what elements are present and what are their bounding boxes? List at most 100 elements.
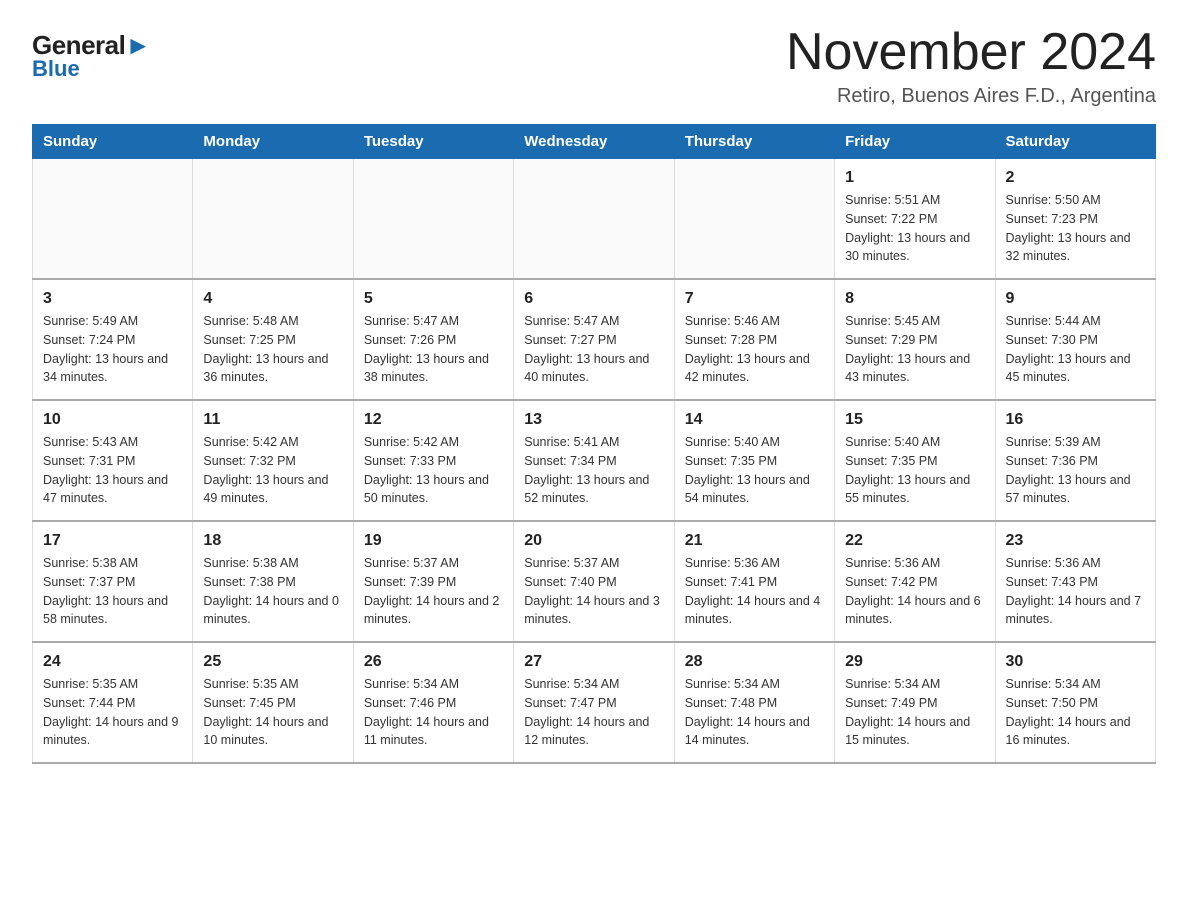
day-number: 8 bbox=[845, 290, 984, 308]
day-info: Sunrise: 5:48 AMSunset: 7:25 PMDaylight:… bbox=[203, 312, 342, 387]
day-number: 23 bbox=[1006, 532, 1145, 550]
col-tuesday: Tuesday bbox=[353, 125, 513, 159]
calendar-day-cell: 5 Sunrise: 5:47 AMSunset: 7:26 PMDaylight… bbox=[353, 279, 513, 400]
day-number: 5 bbox=[364, 290, 503, 308]
logo-general-text: General► bbox=[32, 32, 151, 58]
calendar-week-row: 3 Sunrise: 5:49 AMSunset: 7:24 PMDaylight… bbox=[33, 279, 1156, 400]
calendar-day-cell: 12 Sunrise: 5:42 AMSunset: 7:33 PMDayligh… bbox=[353, 400, 513, 521]
calendar-day-cell: 7 Sunrise: 5:46 AMSunset: 7:28 PMDaylight… bbox=[674, 279, 834, 400]
logo-arrow-shape: ► bbox=[125, 30, 150, 60]
day-info: Sunrise: 5:35 AMSunset: 7:44 PMDaylight:… bbox=[43, 675, 182, 750]
day-info: Sunrise: 5:50 AMSunset: 7:23 PMDaylight:… bbox=[1006, 191, 1145, 266]
day-number: 18 bbox=[203, 532, 342, 550]
day-number: 24 bbox=[43, 653, 182, 671]
calendar-day-cell: 29Sunrise: 5:34 AMSunset: 7:49 PMDayligh… bbox=[835, 642, 995, 763]
day-info: Sunrise: 5:38 AMSunset: 7:38 PMDaylight:… bbox=[203, 554, 342, 629]
day-info: Sunrise: 5:40 AMSunset: 7:35 PMDaylight:… bbox=[845, 433, 984, 508]
calendar-day-cell: 15 Sunrise: 5:40 AMSunset: 7:35 PMDayligh… bbox=[835, 400, 995, 521]
calendar-day-cell bbox=[353, 159, 513, 280]
day-number: 7 bbox=[685, 290, 824, 308]
day-number: 3 bbox=[43, 290, 182, 308]
day-info: Sunrise: 5:49 AMSunset: 7:24 PMDaylight:… bbox=[43, 312, 182, 387]
calendar-day-cell: 19 Sunrise: 5:37 AMSunset: 7:39 PMDayligh… bbox=[353, 521, 513, 642]
day-number: 20 bbox=[524, 532, 663, 550]
calendar-day-cell: 25Sunrise: 5:35 AMSunset: 7:45 PMDayligh… bbox=[193, 642, 353, 763]
day-info: Sunrise: 5:38 AMSunset: 7:37 PMDaylight:… bbox=[43, 554, 182, 629]
day-number: 11 bbox=[203, 411, 342, 429]
day-number: 22 bbox=[845, 532, 984, 550]
calendar-header-row: Sunday Monday Tuesday Wednesday Thursday… bbox=[33, 125, 1156, 159]
day-number: 25 bbox=[203, 653, 342, 671]
day-number: 17 bbox=[43, 532, 182, 550]
day-info: Sunrise: 5:47 AMSunset: 7:27 PMDaylight:… bbox=[524, 312, 663, 387]
calendar-day-cell: 10Sunrise: 5:43 AMSunset: 7:31 PMDayligh… bbox=[33, 400, 193, 521]
day-number: 19 bbox=[364, 532, 503, 550]
calendar-day-cell: 9Sunrise: 5:44 AMSunset: 7:30 PMDaylight… bbox=[995, 279, 1155, 400]
calendar-day-cell: 17 Sunrise: 5:38 AMSunset: 7:37 PMDayligh… bbox=[33, 521, 193, 642]
day-info: Sunrise: 5:34 AMSunset: 7:50 PMDaylight:… bbox=[1006, 675, 1145, 750]
calendar-day-cell bbox=[514, 159, 674, 280]
calendar-week-row: 24 Sunrise: 5:35 AMSunset: 7:44 PMDayligh… bbox=[33, 642, 1156, 763]
calendar-day-cell: 28Sunrise: 5:34 AMSunset: 7:48 PMDayligh… bbox=[674, 642, 834, 763]
day-number: 4 bbox=[203, 290, 342, 308]
day-number: 14 bbox=[685, 411, 824, 429]
calendar-day-cell: 21Sunrise: 5:36 AMSunset: 7:41 PMDayligh… bbox=[674, 521, 834, 642]
calendar-day-cell: 14 Sunrise: 5:40 AMSunset: 7:35 PMDayligh… bbox=[674, 400, 834, 521]
day-number: 2 bbox=[1006, 169, 1145, 187]
logo: General► Blue bbox=[32, 32, 151, 82]
day-info: Sunrise: 5:34 AMSunset: 7:46 PMDaylight:… bbox=[364, 675, 503, 750]
day-info: Sunrise: 5:40 AMSunset: 7:35 PMDaylight:… bbox=[685, 433, 824, 508]
logo-blue-text: Blue bbox=[32, 56, 80, 82]
calendar-table: Sunday Monday Tuesday Wednesday Thursday… bbox=[32, 124, 1156, 764]
calendar-day-cell: 11 Sunrise: 5:42 AMSunset: 7:32 PMDayligh… bbox=[193, 400, 353, 521]
logo-blue-word: Blue bbox=[32, 56, 80, 82]
day-info: Sunrise: 5:34 AMSunset: 7:47 PMDaylight:… bbox=[524, 675, 663, 750]
day-info: Sunrise: 5:47 AMSunset: 7:26 PMDaylight:… bbox=[364, 312, 503, 387]
day-info: Sunrise: 5:51 AMSunset: 7:22 PMDaylight:… bbox=[845, 191, 984, 266]
calendar-day-cell: 27 Sunrise: 5:34 AMSunset: 7:47 PMDayligh… bbox=[514, 642, 674, 763]
day-number: 6 bbox=[524, 290, 663, 308]
calendar-day-cell: 22 Sunrise: 5:36 AMSunset: 7:42 PMDayligh… bbox=[835, 521, 995, 642]
day-number: 13 bbox=[524, 411, 663, 429]
day-info: Sunrise: 5:36 AMSunset: 7:42 PMDaylight:… bbox=[845, 554, 984, 629]
calendar-day-cell: 3 Sunrise: 5:49 AMSunset: 7:24 PMDaylight… bbox=[33, 279, 193, 400]
calendar-day-cell: 1 Sunrise: 5:51 AMSunset: 7:22 PMDaylight… bbox=[835, 159, 995, 280]
day-number: 26 bbox=[364, 653, 503, 671]
page-subtitle: Retiro, Buenos Aires F.D., Argentina bbox=[786, 85, 1156, 108]
calendar-week-row: 17 Sunrise: 5:38 AMSunset: 7:37 PMDayligh… bbox=[33, 521, 1156, 642]
calendar-day-cell: 26 Sunrise: 5:34 AMSunset: 7:46 PMDayligh… bbox=[353, 642, 513, 763]
col-saturday: Saturday bbox=[995, 125, 1155, 159]
day-number: 29 bbox=[845, 653, 984, 671]
calendar-day-cell: 8Sunrise: 5:45 AMSunset: 7:29 PMDaylight… bbox=[835, 279, 995, 400]
day-number: 1 bbox=[845, 169, 984, 187]
page-title: November 2024 bbox=[786, 24, 1156, 81]
calendar-day-cell: 30Sunrise: 5:34 AMSunset: 7:50 PMDayligh… bbox=[995, 642, 1155, 763]
day-info: Sunrise: 5:42 AMSunset: 7:32 PMDaylight:… bbox=[203, 433, 342, 508]
calendar-day-cell: 18 Sunrise: 5:38 AMSunset: 7:38 PMDayligh… bbox=[193, 521, 353, 642]
col-friday: Friday bbox=[835, 125, 995, 159]
day-number: 21 bbox=[685, 532, 824, 550]
calendar-day-cell: 13 Sunrise: 5:41 AMSunset: 7:34 PMDayligh… bbox=[514, 400, 674, 521]
day-number: 27 bbox=[524, 653, 663, 671]
day-info: Sunrise: 5:37 AMSunset: 7:40 PMDaylight:… bbox=[524, 554, 663, 629]
calendar-week-row: 1 Sunrise: 5:51 AMSunset: 7:22 PMDaylight… bbox=[33, 159, 1156, 280]
day-number: 15 bbox=[845, 411, 984, 429]
calendar-day-cell: 24 Sunrise: 5:35 AMSunset: 7:44 PMDayligh… bbox=[33, 642, 193, 763]
day-info: Sunrise: 5:46 AMSunset: 7:28 PMDaylight:… bbox=[685, 312, 824, 387]
day-info: Sunrise: 5:37 AMSunset: 7:39 PMDaylight:… bbox=[364, 554, 503, 629]
day-info: Sunrise: 5:36 AMSunset: 7:43 PMDaylight:… bbox=[1006, 554, 1145, 629]
day-number: 12 bbox=[364, 411, 503, 429]
day-info: Sunrise: 5:34 AMSunset: 7:48 PMDaylight:… bbox=[685, 675, 824, 750]
calendar-day-cell: 6 Sunrise: 5:47 AMSunset: 7:27 PMDaylight… bbox=[514, 279, 674, 400]
calendar-day-cell bbox=[33, 159, 193, 280]
calendar-day-cell: 16Sunrise: 5:39 AMSunset: 7:36 PMDayligh… bbox=[995, 400, 1155, 521]
title-block: November 2024 Retiro, Buenos Aires F.D.,… bbox=[786, 24, 1156, 108]
day-info: Sunrise: 5:42 AMSunset: 7:33 PMDaylight:… bbox=[364, 433, 503, 508]
calendar-day-cell: 2 Sunrise: 5:50 AMSunset: 7:23 PMDaylight… bbox=[995, 159, 1155, 280]
day-number: 9 bbox=[1006, 290, 1145, 308]
col-sunday: Sunday bbox=[33, 125, 193, 159]
day-number: 16 bbox=[1006, 411, 1145, 429]
day-info: Sunrise: 5:41 AMSunset: 7:34 PMDaylight:… bbox=[524, 433, 663, 508]
col-monday: Monday bbox=[193, 125, 353, 159]
calendar-day-cell bbox=[193, 159, 353, 280]
